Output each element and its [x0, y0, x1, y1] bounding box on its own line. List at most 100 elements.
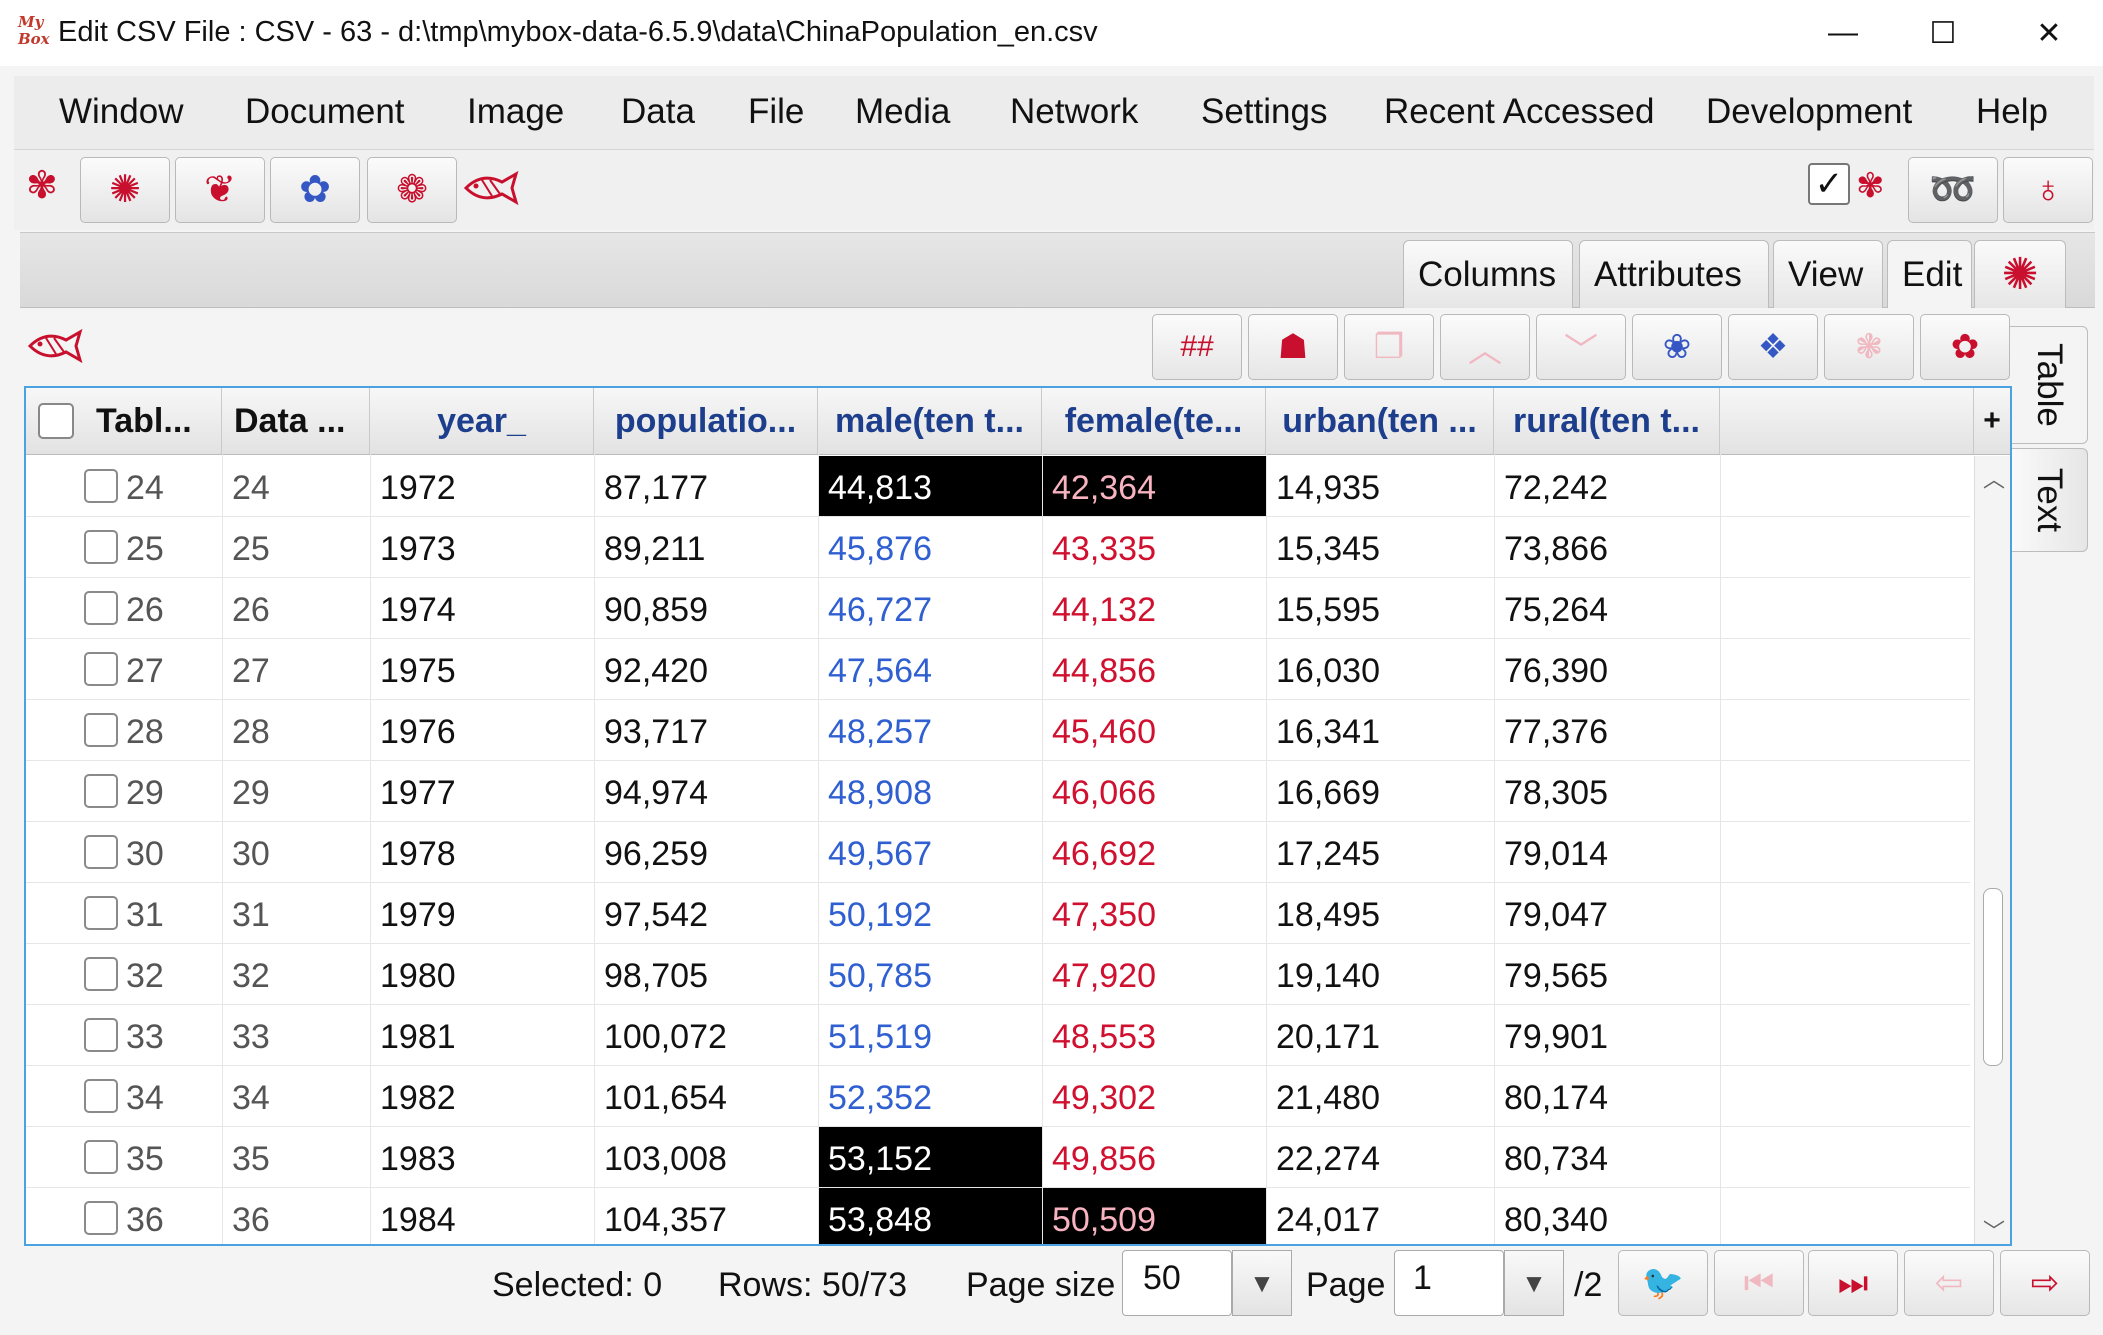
cell-year[interactable]: 1981 — [370, 1005, 594, 1065]
tab-menu-button[interactable]: ✺ — [1974, 240, 2066, 308]
cell-rural[interactable]: 79,565 — [1494, 944, 1720, 1004]
flower-button[interactable]: ❀ — [1632, 314, 1722, 380]
toggle-checkbox[interactable]: ✓ — [1808, 163, 1850, 205]
tab-edit[interactable]: Edit — [1887, 240, 1972, 308]
cloud-swirl-button[interactable]: ➿ — [1908, 157, 1998, 223]
cell-population[interactable]: 93,717 — [594, 700, 818, 760]
cell-data-index[interactable]: 27 — [222, 639, 370, 699]
swirl-button[interactable]: ✺ — [80, 157, 170, 223]
cell-rural[interactable]: 73,866 — [1494, 517, 1720, 577]
row-number-button[interactable]: ## — [1152, 314, 1242, 380]
menu-network[interactable]: Network — [1010, 90, 1138, 134]
cell-data-index[interactable]: 24 — [222, 456, 370, 516]
menu-settings[interactable]: Settings — [1201, 90, 1327, 134]
cell-population[interactable]: 98,705 — [594, 944, 818, 1004]
pattern-button[interactable]: ❖ — [1728, 314, 1818, 380]
cell-female[interactable]: 49,856 — [1042, 1127, 1266, 1187]
side-tab-table[interactable]: Table — [2010, 326, 2088, 444]
cell-year[interactable]: 1976 — [370, 700, 594, 760]
cell-female[interactable]: 47,350 — [1042, 883, 1266, 943]
table-row[interactable]: 26 26 1974 90,859 46,727 44,132 15,595 75,264 — [26, 578, 1970, 639]
table-row[interactable]: 29 29 1977 94,974 48,908 46,066 16,669 78,305 — [26, 761, 1970, 822]
table-row[interactable]: 32 32 1980 98,705 50,785 47,920 19,140 79,565 — [26, 944, 1970, 1005]
column-header-data-index[interactable]: Data ... — [222, 388, 370, 454]
maximize-button[interactable]: ☐ — [1912, 8, 1974, 58]
go-page-button[interactable]: 🐦 — [1618, 1250, 1708, 1316]
cell-rural[interactable]: 75,264 — [1494, 578, 1720, 638]
cell-rural[interactable]: 79,047 — [1494, 883, 1720, 943]
row-checkbox[interactable] — [84, 591, 118, 625]
cell-rural[interactable]: 80,174 — [1494, 1066, 1720, 1126]
tab-attributes[interactable]: Attributes — [1579, 240, 1769, 308]
table-row[interactable]: 27 27 1975 92,420 47,564 44,856 16,030 76,390 — [26, 639, 1970, 700]
select-all-checkbox[interactable] — [38, 403, 74, 439]
cell-female[interactable]: 44,856 — [1042, 639, 1266, 699]
cell-data-index[interactable]: 25 — [222, 517, 370, 577]
cell-female[interactable]: 43,335 — [1042, 517, 1266, 577]
cell-year[interactable]: 1974 — [370, 578, 594, 638]
cell-male[interactable]: 45,876 — [818, 517, 1042, 577]
cell-population[interactable]: 92,420 — [594, 639, 818, 699]
previous-page-button[interactable]: ⇦ — [1904, 1250, 1994, 1316]
cell-population[interactable]: 100,072 — [594, 1005, 818, 1065]
next-page-button[interactable]: ⇨ — [2000, 1250, 2090, 1316]
row-checkbox[interactable] — [84, 1140, 118, 1174]
peony-button[interactable]: ❁ — [367, 157, 457, 223]
cell-male[interactable]: 51,519 — [818, 1005, 1042, 1065]
close-button[interactable]: ✕ — [2018, 8, 2080, 58]
cell-urban[interactable]: 15,595 — [1266, 578, 1494, 638]
cell-data-index[interactable]: 32 — [222, 944, 370, 1004]
minimize-button[interactable]: — — [1812, 8, 1874, 58]
cell-urban[interactable]: 22,274 — [1266, 1127, 1494, 1187]
cell-rural[interactable]: 72,242 — [1494, 456, 1720, 516]
page-input[interactable]: 1 — [1394, 1250, 1504, 1316]
row-checkbox[interactable] — [84, 774, 118, 808]
menu-file[interactable]: File — [748, 90, 804, 134]
cell-female[interactable]: 46,066 — [1042, 761, 1266, 821]
cell-year[interactable]: 1979 — [370, 883, 594, 943]
table-row[interactable]: 31 31 1979 97,542 50,192 47,350 18,495 79,047 — [26, 883, 1970, 944]
row-checkbox[interactable] — [84, 896, 118, 930]
cell-data-index[interactable]: 29 — [222, 761, 370, 821]
cell-data-index[interactable]: 28 — [222, 700, 370, 760]
row-checkbox[interactable] — [84, 530, 118, 564]
data-table[interactable]: Tabl... Data ... year_ populatio... male… — [24, 386, 2012, 1246]
add-column-button[interactable]: + — [1974, 388, 2010, 454]
gourd-button[interactable]: ♁ — [2003, 157, 2093, 223]
cell-male[interactable]: 48,257 — [818, 700, 1042, 760]
table-row[interactable]: 25 25 1973 89,211 45,876 43,335 15,345 73,866 — [26, 517, 1970, 578]
tab-view[interactable]: View — [1773, 240, 1883, 308]
cell-urban[interactable]: 16,341 — [1266, 700, 1494, 760]
column-header-rural[interactable]: rural(ten t... — [1494, 388, 1720, 454]
cell-population[interactable]: 96,259 — [594, 822, 818, 882]
table-row[interactable]: 35 35 1983 103,008 53,152 49,856 22,274 80,734 — [26, 1127, 1970, 1188]
cell-population[interactable]: 101,654 — [594, 1066, 818, 1126]
page-dropdown-button[interactable]: ▼ — [1504, 1250, 1564, 1316]
cell-population[interactable]: 90,859 — [594, 578, 818, 638]
cell-female[interactable]: 49,302 — [1042, 1066, 1266, 1126]
row-checkbox[interactable] — [84, 835, 118, 869]
cell-male[interactable]: 53,848 — [818, 1188, 1042, 1244]
row-checkbox[interactable] — [84, 652, 118, 686]
cell-male[interactable]: 49,567 — [818, 822, 1042, 882]
cell-urban[interactable]: 18,495 — [1266, 883, 1494, 943]
column-header-male[interactable]: male(ten t... — [818, 388, 1042, 454]
cell-data-index[interactable]: 30 — [222, 822, 370, 882]
cell-year[interactable]: 1977 — [370, 761, 594, 821]
move-down-button[interactable]: ﹀ — [1536, 314, 1626, 380]
cell-population[interactable]: 97,542 — [594, 883, 818, 943]
cell-urban[interactable]: 15,345 — [1266, 517, 1494, 577]
page-size-input[interactable]: 50 — [1122, 1250, 1232, 1316]
vertical-scrollbar[interactable]: ︿ ﹀ — [1974, 456, 2010, 1244]
cell-data-index[interactable]: 31 — [222, 883, 370, 943]
menu-image[interactable]: Image — [467, 90, 564, 134]
row-checkbox[interactable] — [84, 1018, 118, 1052]
row-checkbox[interactable] — [84, 957, 118, 991]
menu-document[interactable]: Document — [245, 90, 405, 134]
scrollbar-thumb[interactable] — [1983, 888, 2003, 1066]
tab-columns[interactable]: Columns — [1403, 240, 1573, 308]
cell-female[interactable]: 46,692 — [1042, 822, 1266, 882]
cell-data-index[interactable]: 36 — [222, 1188, 370, 1244]
menu-development[interactable]: Development — [1706, 90, 1912, 134]
mask-button[interactable]: ☗ — [1248, 314, 1338, 380]
